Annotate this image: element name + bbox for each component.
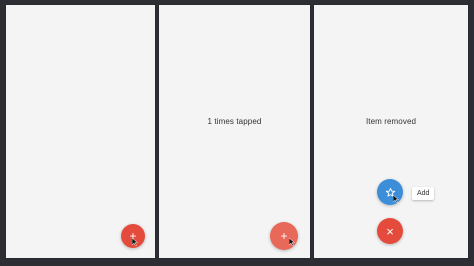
star-outline-icon — [385, 187, 395, 197]
mini-fab-label-text: Add — [417, 190, 430, 197]
plus-icon: + — [129, 229, 137, 243]
screenshot-stage: + 1 times tapped + Item removed Add × — [0, 0, 474, 266]
item-removed-text: Item removed — [365, 117, 417, 126]
mini-fab-label-chip: Add — [412, 187, 435, 200]
app-screen-initial: + — [6, 5, 155, 258]
add-fab-button[interactable]: + — [270, 222, 298, 250]
close-speed-dial-button[interactable]: × — [377, 218, 403, 244]
close-icon: × — [386, 223, 394, 239]
add-item-mini-fab[interactable] — [377, 179, 403, 205]
plus-icon: + — [280, 229, 288, 243]
add-fab-button[interactable]: + — [121, 224, 145, 248]
tap-count-text: 1 times tapped — [207, 117, 262, 126]
app-screen-speed-dial: Item removed Add × — [314, 5, 468, 258]
app-screen-tapped: 1 times tapped + — [159, 5, 310, 258]
